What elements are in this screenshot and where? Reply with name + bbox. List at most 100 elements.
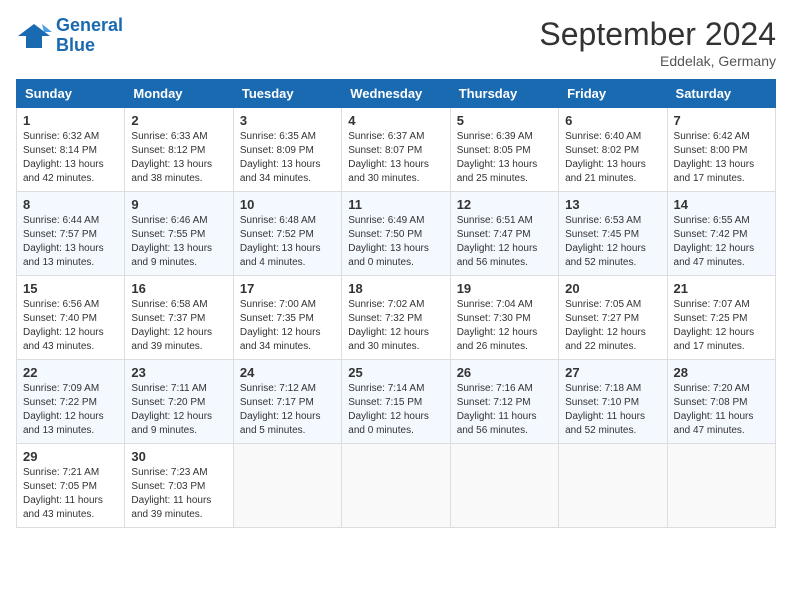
day-number: 12 <box>457 197 552 212</box>
day-number: 20 <box>565 281 660 296</box>
day-info: Sunrise: 6:51 AM Sunset: 7:47 PM Dayligh… <box>457 214 552 270</box>
day-number: 30 <box>131 449 226 464</box>
page-header: General Blue September 2024 Eddelak, Ger… <box>16 16 776 69</box>
calendar-cell: 30 Sunrise: 7:23 AM Sunset: 7:03 PM Dayli… <box>125 444 233 528</box>
day-info: Sunrise: 7:23 AM Sunset: 7:03 PM Dayligh… <box>131 466 226 522</box>
calendar-cell: 1 Sunrise: 6:32 AM Sunset: 8:14 PM Daylig… <box>17 108 125 192</box>
calendar-cell: 7 Sunrise: 6:42 AM Sunset: 8:00 PM Daylig… <box>667 108 775 192</box>
calendar-cell: 14 Sunrise: 6:55 AM Sunset: 7:42 PM Dayli… <box>667 192 775 276</box>
title-block: September 2024 Eddelak, Germany <box>539 16 776 69</box>
day-number: 21 <box>674 281 769 296</box>
day-info: Sunrise: 6:40 AM Sunset: 8:02 PM Dayligh… <box>565 130 660 186</box>
day-info: Sunrise: 7:05 AM Sunset: 7:27 PM Dayligh… <box>565 298 660 354</box>
day-info: Sunrise: 7:11 AM Sunset: 7:20 PM Dayligh… <box>131 382 226 438</box>
day-number: 6 <box>565 113 660 128</box>
calendar-cell: 4 Sunrise: 6:37 AM Sunset: 8:07 PM Daylig… <box>342 108 450 192</box>
day-info: Sunrise: 7:09 AM Sunset: 7:22 PM Dayligh… <box>23 382 118 438</box>
day-number: 19 <box>457 281 552 296</box>
day-number: 13 <box>565 197 660 212</box>
day-number: 15 <box>23 281 118 296</box>
day-info: Sunrise: 6:44 AM Sunset: 7:57 PM Dayligh… <box>23 214 118 270</box>
calendar-cell: 28 Sunrise: 7:20 AM Sunset: 7:08 PM Dayli… <box>667 360 775 444</box>
calendar-header-row: SundayMondayTuesdayWednesdayThursdayFrid… <box>17 80 776 108</box>
day-number: 16 <box>131 281 226 296</box>
calendar-cell <box>667 444 775 528</box>
calendar-cell: 20 Sunrise: 7:05 AM Sunset: 7:27 PM Dayli… <box>559 276 667 360</box>
calendar-week-2: 8 Sunrise: 6:44 AM Sunset: 7:57 PM Daylig… <box>17 192 776 276</box>
day-info: Sunrise: 7:04 AM Sunset: 7:30 PM Dayligh… <box>457 298 552 354</box>
calendar-table: SundayMondayTuesdayWednesdayThursdayFrid… <box>16 79 776 528</box>
day-number: 5 <box>457 113 552 128</box>
calendar-cell: 23Sunrise: 7:11 AM Sunset: 7:20 PM Dayli… <box>125 360 233 444</box>
day-info: Sunrise: 6:32 AM Sunset: 8:14 PM Dayligh… <box>23 130 118 186</box>
day-number: 2 <box>131 113 226 128</box>
day-number: 22 <box>23 365 118 380</box>
day-number: 29 <box>23 449 118 464</box>
day-info: Sunrise: 7:18 AM Sunset: 7:10 PM Dayligh… <box>565 382 660 438</box>
day-info: Sunrise: 6:55 AM Sunset: 7:42 PM Dayligh… <box>674 214 769 270</box>
calendar-cell: 19 Sunrise: 7:04 AM Sunset: 7:30 PM Dayli… <box>450 276 558 360</box>
calendar-week-4: 22 Sunrise: 7:09 AM Sunset: 7:22 PM Dayli… <box>17 360 776 444</box>
day-info: Sunrise: 7:20 AM Sunset: 7:08 PM Dayligh… <box>674 382 769 438</box>
day-info: Sunrise: 6:37 AM Sunset: 8:07 PM Dayligh… <box>348 130 443 186</box>
calendar-cell: 24 Sunrise: 7:12 AM Sunset: 7:17 PM Dayli… <box>233 360 341 444</box>
calendar-cell: 27 Sunrise: 7:18 AM Sunset: 7:10 PM Dayli… <box>559 360 667 444</box>
calendar-cell: 9 Sunrise: 6:46 AM Sunset: 7:55 PM Daylig… <box>125 192 233 276</box>
day-number: 28 <box>674 365 769 380</box>
calendar-cell: 10 Sunrise: 6:48 AM Sunset: 7:52 PM Dayli… <box>233 192 341 276</box>
logo: General Blue <box>16 16 123 56</box>
calendar-cell <box>342 444 450 528</box>
day-info: Sunrise: 7:14 AM Sunset: 7:15 PM Dayligh… <box>348 382 443 438</box>
day-info: Sunrise: 7:12 AM Sunset: 7:17 PM Dayligh… <box>240 382 335 438</box>
logo-icon <box>16 18 52 54</box>
day-number: 8 <box>23 197 118 212</box>
day-number: 7 <box>674 113 769 128</box>
col-header-thursday: Thursday <box>450 80 558 108</box>
location-subtitle: Eddelak, Germany <box>539 53 776 69</box>
day-number: 11 <box>348 197 443 212</box>
calendar-cell: 25 Sunrise: 7:14 AM Sunset: 7:15 PM Dayli… <box>342 360 450 444</box>
day-number: 10 <box>240 197 335 212</box>
calendar-cell: 13 Sunrise: 6:53 AM Sunset: 7:45 PM Dayli… <box>559 192 667 276</box>
day-info: Sunrise: 7:02 AM Sunset: 7:32 PM Dayligh… <box>348 298 443 354</box>
day-info: Sunrise: 6:46 AM Sunset: 7:55 PM Dayligh… <box>131 214 226 270</box>
day-number: 14 <box>674 197 769 212</box>
col-header-sunday: Sunday <box>17 80 125 108</box>
calendar-cell: 2Sunrise: 6:33 AM Sunset: 8:12 PM Daylig… <box>125 108 233 192</box>
day-info: Sunrise: 7:21 AM Sunset: 7:05 PM Dayligh… <box>23 466 118 522</box>
day-info: Sunrise: 6:58 AM Sunset: 7:37 PM Dayligh… <box>131 298 226 354</box>
day-info: Sunrise: 6:49 AM Sunset: 7:50 PM Dayligh… <box>348 214 443 270</box>
col-header-monday: Monday <box>125 80 233 108</box>
day-info: Sunrise: 6:53 AM Sunset: 7:45 PM Dayligh… <box>565 214 660 270</box>
calendar-week-5: 29 Sunrise: 7:21 AM Sunset: 7:05 PM Dayli… <box>17 444 776 528</box>
day-info: Sunrise: 6:35 AM Sunset: 8:09 PM Dayligh… <box>240 130 335 186</box>
logo-text: General Blue <box>56 16 123 56</box>
day-number: 26 <box>457 365 552 380</box>
day-number: 9 <box>131 197 226 212</box>
calendar-cell: 17Sunrise: 7:00 AM Sunset: 7:35 PM Dayli… <box>233 276 341 360</box>
day-number: 4 <box>348 113 443 128</box>
calendar-cell: 12 Sunrise: 6:51 AM Sunset: 7:47 PM Dayli… <box>450 192 558 276</box>
calendar-cell: 5Sunrise: 6:39 AM Sunset: 8:05 PM Daylig… <box>450 108 558 192</box>
calendar-cell: 29 Sunrise: 7:21 AM Sunset: 7:05 PM Dayli… <box>17 444 125 528</box>
col-header-saturday: Saturday <box>667 80 775 108</box>
day-number: 17 <box>240 281 335 296</box>
calendar-week-3: 15 Sunrise: 6:56 AM Sunset: 7:40 PM Dayli… <box>17 276 776 360</box>
day-number: 27 <box>565 365 660 380</box>
day-number: 25 <box>348 365 443 380</box>
calendar-cell: 16 Sunrise: 6:58 AM Sunset: 7:37 PM Dayli… <box>125 276 233 360</box>
calendar-cell: 6 Sunrise: 6:40 AM Sunset: 8:02 PM Daylig… <box>559 108 667 192</box>
calendar-cell: 18 Sunrise: 7:02 AM Sunset: 7:32 PM Dayli… <box>342 276 450 360</box>
calendar-cell <box>559 444 667 528</box>
day-number: 3 <box>240 113 335 128</box>
calendar-cell: 8 Sunrise: 6:44 AM Sunset: 7:57 PM Daylig… <box>17 192 125 276</box>
col-header-wednesday: Wednesday <box>342 80 450 108</box>
calendar-cell: 22 Sunrise: 7:09 AM Sunset: 7:22 PM Dayli… <box>17 360 125 444</box>
day-number: 1 <box>23 113 118 128</box>
day-number: 24 <box>240 365 335 380</box>
day-info: Sunrise: 6:48 AM Sunset: 7:52 PM Dayligh… <box>240 214 335 270</box>
day-info: Sunrise: 6:56 AM Sunset: 7:40 PM Dayligh… <box>23 298 118 354</box>
day-number: 18 <box>348 281 443 296</box>
day-info: Sunrise: 6:42 AM Sunset: 8:00 PM Dayligh… <box>674 130 769 186</box>
col-header-tuesday: Tuesday <box>233 80 341 108</box>
